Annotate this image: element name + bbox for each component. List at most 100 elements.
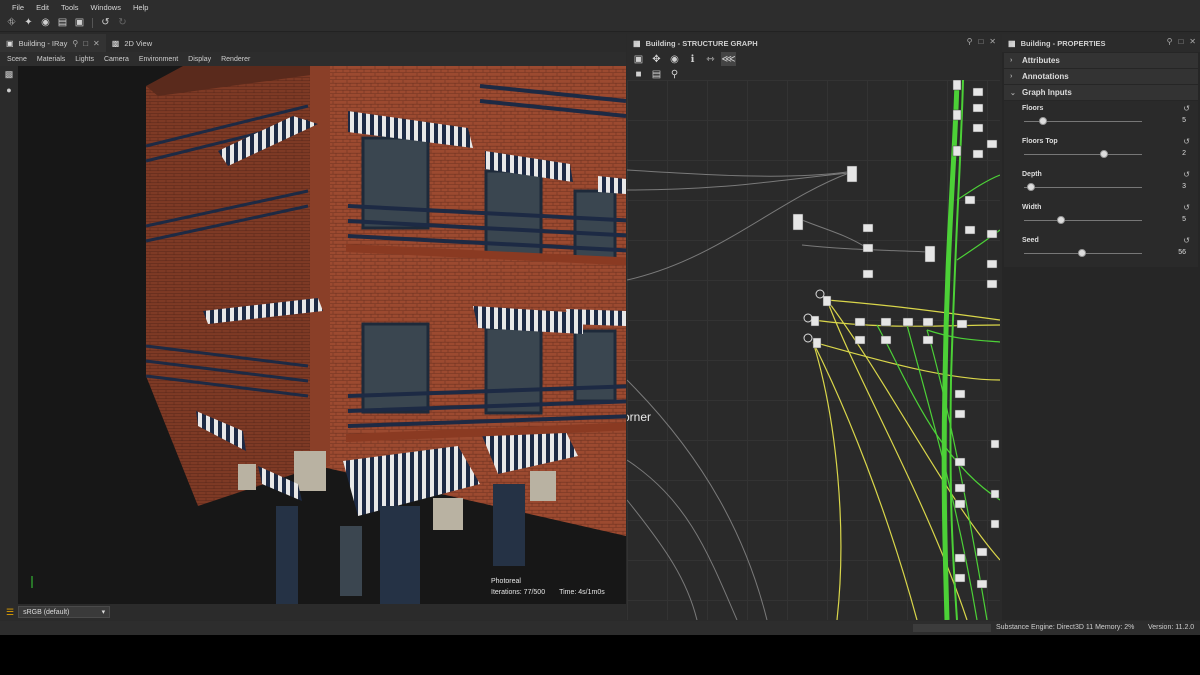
redo-icon[interactable]: ↻: [115, 16, 130, 30]
section-annotations-label: Annotations: [1022, 72, 1069, 81]
light-icon[interactable]: ●: [0, 82, 18, 98]
frame-add-icon[interactable]: ▤: [649, 67, 664, 81]
param-width: Width ↺ 5: [1020, 203, 1198, 234]
reset-icon[interactable]: ↺: [1183, 170, 1190, 179]
undo-icon[interactable]: ↺: [98, 16, 113, 30]
properties-tabbar: ▦ Building - PROPERTIES ⚲ □ ✕: [1002, 34, 1200, 52]
pin-node-icon[interactable]: ⚲: [667, 67, 682, 81]
param-floors: Floors ↺ 5: [1020, 104, 1198, 135]
version-label: Version: 11.2.0: [1148, 624, 1195, 631]
link-icon[interactable]: ⇿: [703, 52, 718, 66]
param-seed-value[interactable]: 56: [1178, 249, 1186, 256]
vp-menu-camera[interactable]: Camera: [99, 56, 134, 63]
node-graph: [627, 80, 1000, 620]
float-icon[interactable]: □: [83, 39, 88, 48]
param-width-value[interactable]: 5: [1182, 216, 1186, 223]
param-depth: Depth ↺ 3: [1020, 170, 1198, 201]
camera-icon[interactable]: ▩: [0, 66, 18, 82]
color-space-value: sRGB (default): [23, 608, 70, 616]
app-window: File Edit Tools Windows Help ⛗ ✦ ◉ ▤ ▣ ↺…: [0, 0, 1200, 635]
menu-help[interactable]: Help: [127, 3, 154, 12]
graph-tabbar: ▦ Building - STRUCTURE GRAPH ⚲ □ ✕: [627, 34, 1000, 52]
tab-2d-view[interactable]: ▩ 2D View: [106, 34, 158, 52]
new-function-icon[interactable]: ✦: [21, 16, 36, 30]
tab-structure-graph[interactable]: ▦ Building - STRUCTURE GRAPH: [627, 34, 764, 52]
reset-icon[interactable]: ↺: [1183, 203, 1190, 212]
grey-wires: [627, 169, 930, 620]
yellow-wires: [812, 299, 1000, 620]
param-floors-value[interactable]: 5: [1182, 117, 1186, 124]
param-width-knob[interactable]: [1056, 216, 1065, 224]
param-floors-top-knob[interactable]: [1100, 150, 1109, 158]
close-icon[interactable]: ✕: [989, 37, 996, 46]
color-space-select[interactable]: sRGB (default) ▾: [18, 606, 111, 618]
render-time: Time: 4s/1m0s: [559, 589, 605, 596]
pin-icon[interactable]: ⚲: [967, 37, 973, 46]
cube-icon: ▣: [6, 38, 14, 48]
vp-menu-lights[interactable]: Lights: [70, 56, 99, 63]
share-icon[interactable]: ⋘: [721, 52, 736, 66]
menu-file[interactable]: File: [6, 3, 30, 12]
param-seed-label: Seed: [1022, 237, 1039, 244]
chevron-down-icon: ⌄: [1010, 89, 1016, 97]
render-mode: Photoreal: [491, 578, 521, 585]
pin-icon[interactable]: ⚲: [72, 39, 78, 48]
move-icon[interactable]: ✥: [649, 52, 664, 66]
properties-panel: ▦ Building - PROPERTIES ⚲ □ ✕ › Attribut…: [1002, 34, 1200, 620]
vp-menu-scene[interactable]: Scene: [2, 56, 32, 63]
properties-icon: ▦: [1008, 38, 1016, 48]
graph-icon: ▦: [633, 38, 641, 48]
param-floors-top-value[interactable]: 2: [1182, 150, 1186, 157]
param-seed-knob[interactable]: [1077, 249, 1086, 257]
layers-icon[interactable]: ☰: [6, 607, 14, 618]
render-info: Photoreal Iterations: 77/500 Time: 4s/1m…: [491, 576, 605, 598]
menu-edit[interactable]: Edit: [30, 3, 55, 12]
float-icon[interactable]: □: [978, 37, 983, 46]
corner-pillar: [310, 66, 330, 471]
vp-menu-materials[interactable]: Materials: [32, 56, 70, 63]
folder-icon[interactable]: ▤: [55, 16, 70, 30]
param-floors-top: Floors Top ↺ 2: [1020, 137, 1198, 168]
green-wires: [876, 80, 1000, 620]
graph-canvas[interactable]: orner: [627, 80, 1000, 620]
tab-properties[interactable]: ▦ Building - PROPERTIES: [1002, 34, 1112, 52]
viewport-side-toolbar: ▩ ●: [0, 66, 18, 604]
menu-windows[interactable]: Windows: [85, 3, 127, 12]
render-viewport[interactable]: Photoreal Iterations: 77/500 Time: 4s/1m…: [18, 66, 626, 604]
close-icon[interactable]: ✕: [93, 39, 100, 48]
param-depth-knob[interactable]: [1027, 183, 1036, 191]
frame-icon[interactable]: ▣: [631, 52, 646, 66]
param-depth-label: Depth: [1022, 171, 1042, 178]
tab-2d-label: 2D View: [124, 38, 153, 48]
comment-icon[interactable]: ■: [631, 67, 646, 81]
tab-iray-label: Building - IRay: [18, 38, 68, 48]
tab-iray-view[interactable]: ▣ Building - IRay ⚲ □ ✕: [0, 34, 106, 52]
section-annotations[interactable]: › Annotations: [1004, 69, 1198, 84]
new-graph-icon[interactable]: ⛗: [4, 16, 19, 30]
reset-icon[interactable]: ↺: [1183, 236, 1190, 245]
vp-menu-environment[interactable]: Environment: [134, 56, 183, 63]
reset-icon[interactable]: ↺: [1183, 104, 1190, 113]
info-icon[interactable]: ℹ: [685, 52, 700, 66]
param-depth-slider[interactable]: [1024, 187, 1142, 188]
save-icon[interactable]: ▣: [72, 16, 87, 30]
menu-tools[interactable]: Tools: [55, 3, 85, 12]
param-depth-value[interactable]: 3: [1182, 183, 1186, 190]
viewport-tabbar: ▣ Building - IRay ⚲ □ ✕ ▩ 2D View: [0, 34, 626, 52]
viewport-menu: Scene Materials Lights Camera Environmen…: [0, 52, 626, 66]
param-floors-top-slider[interactable]: [1024, 154, 1142, 155]
camera-icon[interactable]: ◉: [667, 52, 682, 66]
param-width-slider[interactable]: [1024, 220, 1142, 221]
float-icon[interactable]: □: [1178, 37, 1183, 46]
checker-icon: ▩: [111, 38, 120, 48]
viewport-panel: ▣ Building - IRay ⚲ □ ✕ ▩ 2D View Scene …: [0, 34, 626, 620]
pin-icon[interactable]: ⚲: [1167, 37, 1173, 46]
open-icon[interactable]: ◉: [38, 16, 53, 30]
vp-menu-renderer[interactable]: Renderer: [216, 56, 255, 63]
section-attributes[interactable]: › Attributes: [1004, 53, 1198, 68]
vp-menu-display[interactable]: Display: [183, 56, 216, 63]
reset-icon[interactable]: ↺: [1183, 137, 1190, 146]
param-floors-knob[interactable]: [1038, 117, 1047, 125]
section-graph-inputs[interactable]: ⌄ Graph Inputs: [1004, 85, 1198, 100]
close-icon[interactable]: ✕: [1189, 37, 1196, 46]
